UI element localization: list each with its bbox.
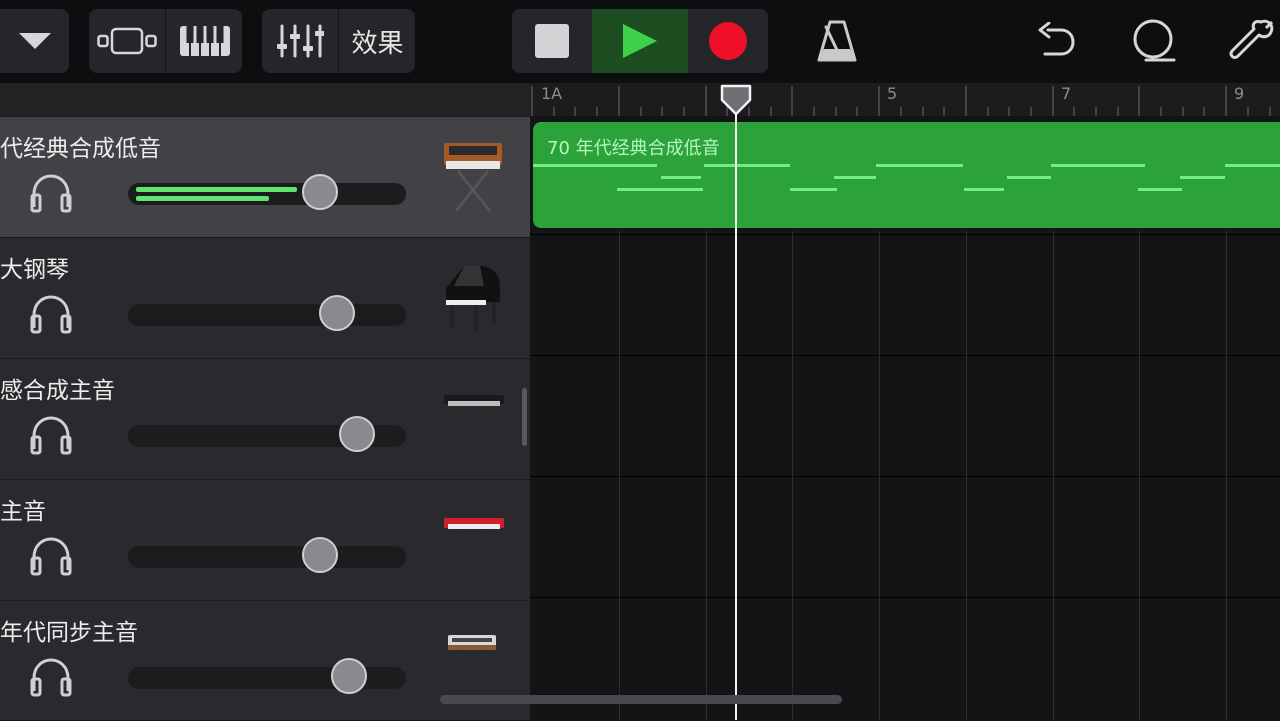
playhead-handle[interactable] — [719, 83, 753, 117]
midi-note — [790, 188, 837, 191]
horizontal-scrollbar[interactable] — [440, 695, 842, 704]
lane-separator — [530, 355, 1280, 356]
timeline-ruler[interactable]: 1A 5 7 9 — [530, 83, 1280, 116]
red-keyboard-icon — [444, 518, 504, 569]
midi-note — [876, 164, 963, 167]
bar-gridline — [1139, 231, 1140, 720]
grand-piano-icon — [446, 266, 500, 332]
vertical-scrollbar[interactable] — [522, 388, 527, 446]
metronome-icon — [817, 20, 857, 62]
bar-gridline — [792, 231, 793, 720]
effects-button[interactable]: 效果 — [338, 9, 416, 73]
volume-knob[interactable] — [331, 658, 367, 694]
midi-note — [1007, 176, 1051, 179]
volume-slider[interactable] — [128, 537, 406, 573]
keyboard-icon — [179, 26, 230, 56]
track-header[interactable]: 感合成主音 — [0, 358, 530, 479]
settings-button[interactable] — [1224, 9, 1280, 73]
volume-slider[interactable] — [128, 295, 406, 331]
midi-note — [704, 164, 790, 167]
bar-gridline — [1053, 231, 1054, 720]
level-meter-left — [136, 187, 297, 192]
loop-browser-button[interactable] — [1126, 9, 1180, 73]
volume-slider[interactable] — [128, 658, 406, 694]
lane-separator — [530, 476, 1280, 477]
volume-knob[interactable] — [302, 537, 338, 573]
stop-icon — [535, 24, 569, 58]
bar-gridline — [879, 231, 880, 720]
track-header[interactable]: 代经典合成低音 — [0, 116, 530, 237]
volume-knob[interactable] — [302, 174, 338, 210]
tracks-view-button[interactable] — [89, 9, 165, 73]
view-switcher — [89, 9, 242, 73]
analog-synth-icon — [444, 143, 502, 212]
track-header-strip — [0, 83, 530, 116]
headphones-icon[interactable] — [29, 536, 73, 576]
track-view-icon — [97, 27, 157, 55]
undo-button[interactable] — [1030, 9, 1082, 73]
sync-synth-icon — [448, 635, 496, 690]
chevron-down-icon — [18, 33, 51, 49]
mixer-button[interactable] — [262, 9, 338, 73]
record-button[interactable] — [688, 9, 768, 73]
midi-note — [1225, 164, 1280, 167]
mixer-icon — [277, 24, 324, 58]
midi-region[interactable]: 70 年代经典合成低音 — [533, 122, 1280, 228]
loop-icon — [1133, 19, 1176, 62]
mixer-fx-group: 效果 — [262, 9, 415, 73]
metronome-button[interactable] — [806, 9, 868, 73]
ruler-ticks — [531, 86, 1271, 116]
track-header[interactable]: 主音 — [0, 479, 530, 600]
midi-note — [964, 188, 1004, 191]
headphones-icon[interactable] — [29, 415, 73, 455]
midi-note — [834, 176, 876, 179]
track-headers-panel: 代经典合成低音 大钢琴 感合成主音 主音 年代同步主音 — [0, 83, 530, 720]
synth-lead-icon — [444, 395, 504, 448]
toolbar: 效果 — [0, 0, 1280, 83]
lane-separator — [530, 597, 1280, 598]
ruler-label: 9 — [1234, 84, 1245, 103]
bar-gridline — [706, 231, 707, 720]
midi-note — [533, 164, 657, 167]
level-meter-right — [136, 196, 269, 201]
wrench-icon — [1229, 19, 1274, 59]
keyboard-button[interactable] — [165, 9, 243, 73]
track-name: 代经典合成低音 — [0, 136, 161, 162]
undo-icon — [1038, 22, 1075, 56]
track-name: 主音 — [0, 499, 46, 525]
midi-note — [1051, 164, 1145, 167]
arrangement-area[interactable]: 1A 5 7 9 70 年代经典合成低音 — [530, 83, 1280, 720]
midi-note — [617, 188, 703, 191]
play-button[interactable] — [592, 9, 688, 73]
headphones-icon[interactable] — [29, 657, 73, 697]
track-name: 年代同步主音 — [0, 620, 138, 646]
midi-note — [1138, 188, 1182, 191]
headphones-icon[interactable] — [29, 294, 73, 334]
midi-note — [661, 176, 701, 179]
headphones-icon[interactable] — [29, 173, 73, 213]
effects-label: 效果 — [351, 28, 404, 59]
stop-button[interactable] — [512, 9, 592, 73]
play-icon — [623, 24, 657, 58]
volume-slider[interactable] — [128, 416, 406, 452]
track-name: 感合成主音 — [0, 378, 115, 404]
browser-menu-button[interactable] — [0, 9, 69, 73]
ruler-label: 1A — [541, 84, 563, 103]
region-label: 70 年代经典合成低音 — [547, 138, 720, 159]
lane-separator — [530, 234, 1280, 235]
bar-gridline — [1226, 231, 1227, 720]
bar-gridline — [966, 231, 967, 720]
transport-controls — [512, 9, 768, 73]
volume-knob[interactable] — [319, 295, 355, 331]
track-name: 大钢琴 — [0, 257, 69, 283]
record-icon — [709, 22, 747, 60]
volume-slider[interactable] — [128, 174, 406, 210]
bar-gridline — [619, 231, 620, 720]
track-header[interactable]: 大钢琴 — [0, 237, 530, 358]
playhead-line[interactable] — [735, 100, 737, 720]
midi-note — [1180, 176, 1225, 179]
volume-knob[interactable] — [339, 416, 375, 452]
ruler-label: 5 — [887, 84, 898, 103]
ruler-label: 7 — [1061, 84, 1072, 103]
